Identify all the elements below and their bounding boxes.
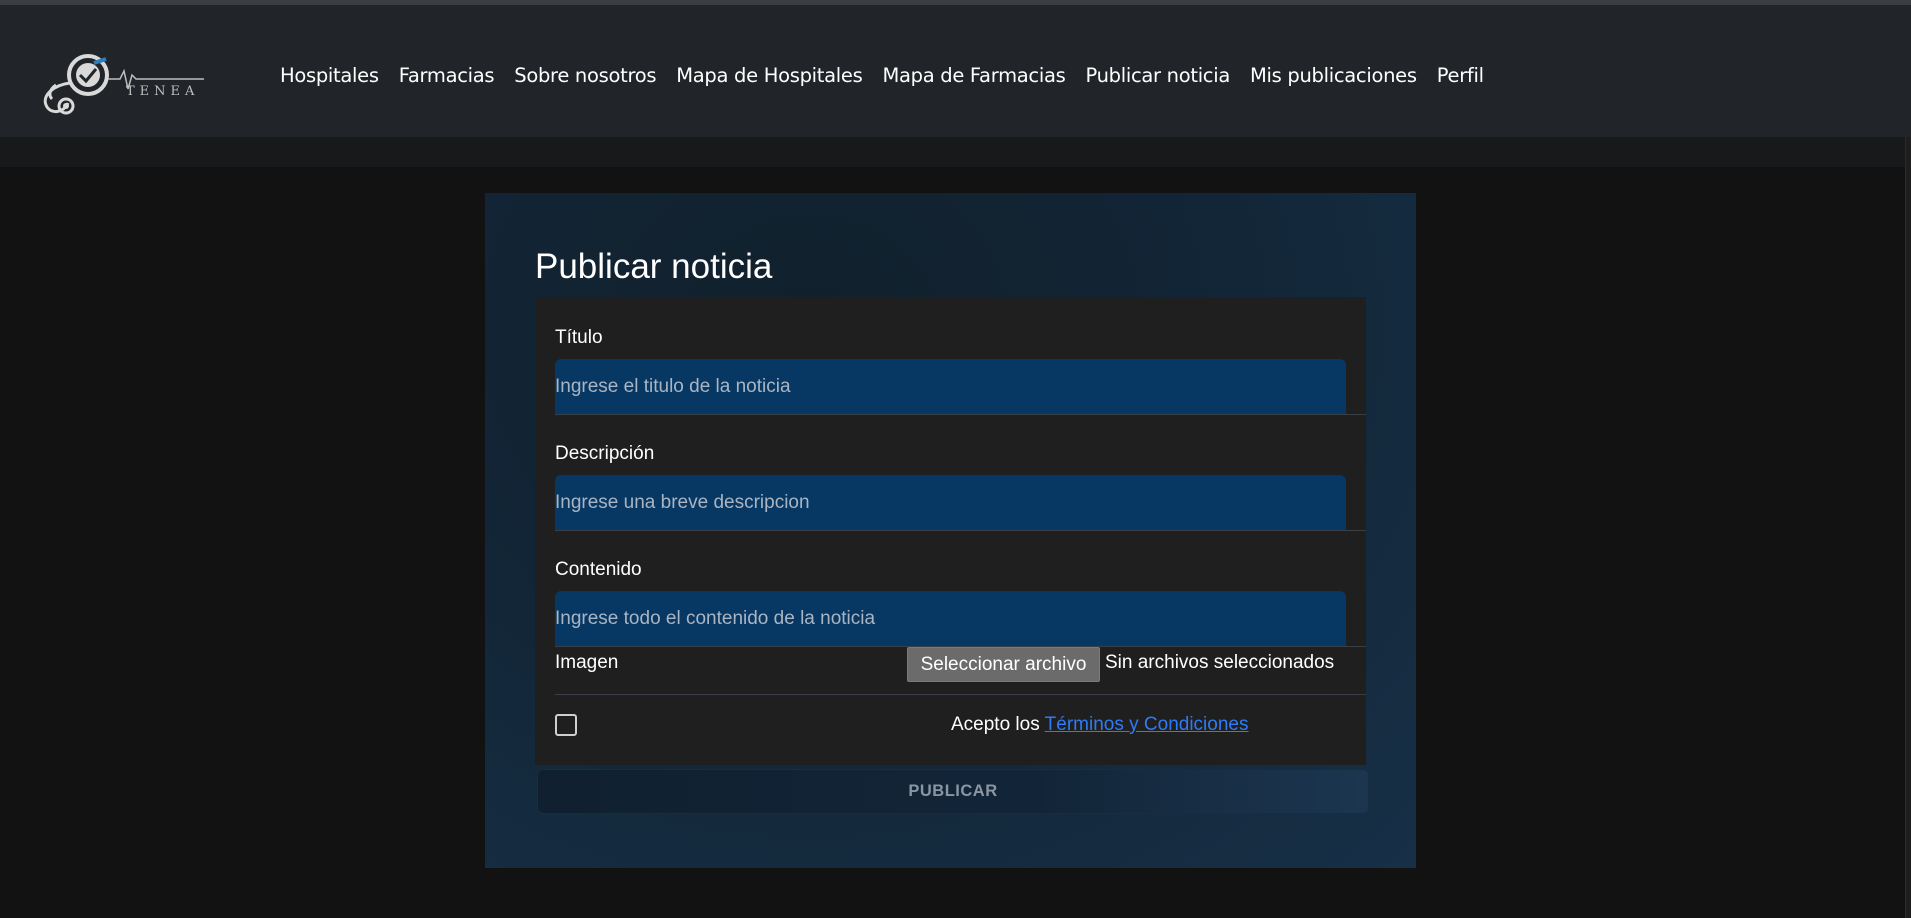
navbar-shadow	[0, 137, 1911, 167]
nav-mis-publicaciones[interactable]: Mis publicaciones	[1250, 59, 1417, 93]
tenea-logo[interactable]: TENEA	[36, 45, 206, 117]
terms-checkbox[interactable]	[555, 714, 577, 736]
nav-mapa-hospitales[interactable]: Mapa de Hospitales	[676, 59, 863, 93]
terms-text: Acepto los Términos y Condiciones	[951, 714, 1248, 736]
descripcion-input[interactable]	[555, 475, 1346, 530]
nav-farmacias[interactable]: Farmacias	[399, 59, 495, 93]
page-title: Publicar noticia	[535, 247, 773, 286]
nav-sobre-nosotros[interactable]: Sobre nosotros	[514, 59, 656, 93]
titulo-underline	[555, 414, 1366, 415]
imagen-label: Imagen	[555, 652, 619, 673]
publish-button[interactable]: PUBLICAR	[537, 769, 1369, 814]
contenido-label: Contenido	[555, 559, 642, 580]
titulo-input[interactable]	[555, 359, 1346, 414]
descripcion-label: Descripción	[555, 443, 655, 464]
navbar: TENEA Hospitales Farmacias Sobre nosotro…	[0, 5, 1911, 137]
terms-prefix: Acepto los	[951, 714, 1040, 735]
nav-mapa-farmacias[interactable]: Mapa de Farmacias	[882, 59, 1065, 93]
main-nav: Hospitales Farmacias Sobre nosotros Mapa…	[280, 59, 1504, 93]
nav-publicar-noticia[interactable]: Publicar noticia	[1085, 59, 1230, 93]
file-status-text: Sin archivos seleccionados	[1105, 652, 1335, 673]
nav-hospitales[interactable]: Hospitales	[280, 59, 379, 93]
terms-link[interactable]: Términos y Condiciones	[1045, 714, 1249, 735]
nav-perfil[interactable]: Perfil	[1437, 59, 1484, 93]
descripcion-underline	[555, 530, 1366, 531]
publish-news-form: Título Descripción Contenido Imagen Sele…	[535, 297, 1366, 765]
contenido-input[interactable]	[555, 591, 1346, 646]
publish-news-card: Publicar noticia Título Descripción Cont…	[485, 193, 1416, 868]
titulo-label: Título	[555, 327, 603, 348]
stethoscope-logo-icon: TENEA	[43, 54, 204, 115]
page-scrollbar[interactable]	[1905, 137, 1911, 918]
logo-wordmark: TENEA	[126, 84, 199, 99]
select-file-button[interactable]: Seleccionar archivo	[907, 647, 1100, 682]
imagen-underline	[555, 694, 1366, 695]
